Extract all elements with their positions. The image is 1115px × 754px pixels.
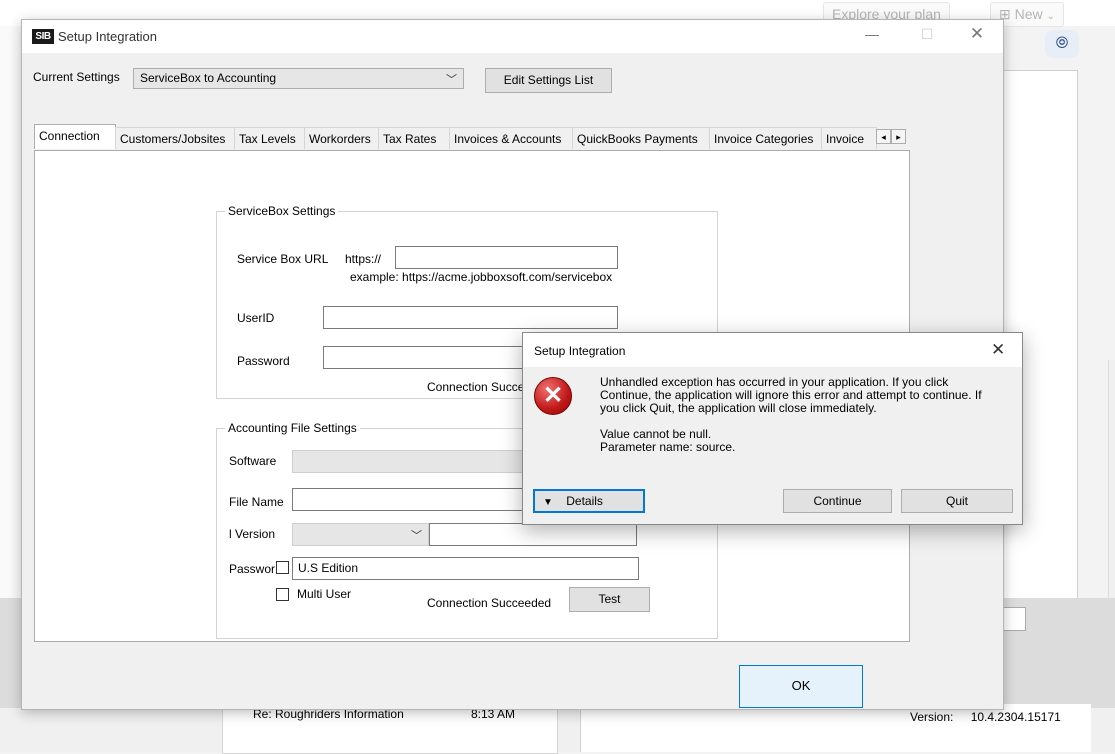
details-button[interactable]: ▼ Details <box>533 489 645 513</box>
tab-scroll-right-icon[interactable]: ▸ <box>891 129 906 144</box>
minimize-icon[interactable]: — <box>852 26 892 42</box>
dialog-error-line-2: Parameter name: source. <box>600 440 736 454</box>
tab-connection[interactable]: Connection <box>34 124 116 149</box>
edition-checkbox[interactable] <box>276 561 289 574</box>
dialog-message-area: Unhandled exception has occurred in your… <box>600 376 1000 454</box>
window-titlebar: SIB Setup Integration — ☐ ✕ <box>22 20 1003 53</box>
userid-label: UserID <box>237 311 275 325</box>
edition-field[interactable]: U.S Edition <box>292 557 639 580</box>
version-label: l Version <box>229 527 276 541</box>
dialog-message: Unhandled exception has occurred in your… <box>600 375 982 415</box>
tab-workorders[interactable]: Workorders <box>304 127 379 149</box>
error-icon: ✕ <box>534 377 572 415</box>
tab-customers-jobsites[interactable]: Customers/Jobsites <box>115 127 235 149</box>
tab-tax-levels[interactable]: Tax Levels <box>234 127 305 149</box>
tab-invoice[interactable]: Invoice <box>821 127 877 149</box>
window-title: Setup Integration <box>58 29 158 44</box>
software-label: Software <box>229 454 277 468</box>
app-logo: SIB <box>32 29 54 44</box>
tab-tax-rates[interactable]: Tax Rates <box>378 127 450 149</box>
dialog-close-icon[interactable]: ✕ <box>991 340 1005 360</box>
version-readout: Version: 10.4.2304.15171 <box>910 710 1061 724</box>
accounting-connection-status: Connection Succeeded <box>427 596 552 610</box>
url-prefix: https:// <box>345 252 382 266</box>
close-icon[interactable]: ✕ <box>957 24 997 44</box>
maximize-icon[interactable]: ☐ <box>907 26 947 43</box>
screen-capture-icon[interactable]: ⦾ <box>1045 30 1079 58</box>
multi-user-checkbox[interactable] <box>276 588 289 601</box>
edit-settings-list-button[interactable]: Edit Settings List <box>485 68 612 93</box>
quit-button[interactable]: Quit <box>901 489 1013 513</box>
current-settings-label: Current Settings <box>33 70 120 84</box>
dialog-title: Setup Integration <box>534 344 626 358</box>
test-button[interactable]: Test <box>569 587 650 612</box>
url-example: example: https://acme.jobboxsoft.com/ser… <box>350 270 613 284</box>
file-name-label: File Name <box>229 495 284 509</box>
multi-user-label: Multi User <box>297 587 352 601</box>
tab-scroll-left-icon[interactable]: ◂ <box>876 129 891 144</box>
chevron-down-icon: ⌄ <box>1046 11 1055 22</box>
current-settings-select[interactable]: ServiceBox to Accounting ﹀ <box>133 68 464 89</box>
expand-arrow-icon: ▼ <box>543 497 553 508</box>
servicebox-url-input[interactable] <box>395 246 618 269</box>
servicebox-url-label: Service Box URL <box>237 252 329 266</box>
tab-invoice-categories[interactable]: Invoice Categories <box>709 127 822 149</box>
chevron-down-icon: ﹀ <box>411 530 422 542</box>
accounting-password-label: Passwor <box>229 562 276 576</box>
tab-invoices-accounts[interactable]: Invoices & Accounts <box>449 127 573 149</box>
version-select[interactable]: ﹀ <box>292 523 429 546</box>
tab-quickbooks-payments[interactable]: QuickBooks Payments <box>572 127 710 149</box>
servicebox-connection-status: Connection Succe <box>427 380 525 394</box>
userid-input[interactable] <box>323 306 618 329</box>
servicebox-settings-title: ServiceBox Settings <box>225 204 339 218</box>
error-dialog: Setup Integration ✕ ✕ Unhandled exceptio… <box>522 332 1023 525</box>
accounting-settings-title: Accounting File Settings <box>225 421 360 435</box>
continue-button[interactable]: Continue <box>783 489 892 513</box>
ok-button[interactable]: OK <box>739 665 863 708</box>
password-label: Password <box>237 354 290 368</box>
chevron-down-icon: ﹀ <box>446 74 457 86</box>
dialog-titlebar: Setup Integration ✕ <box>523 333 1022 367</box>
version-detail-field[interactable] <box>429 523 637 546</box>
